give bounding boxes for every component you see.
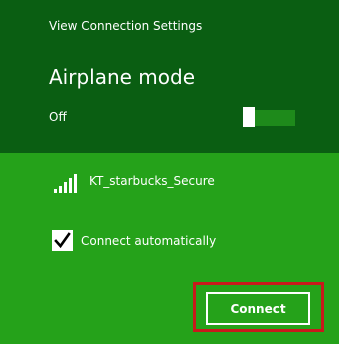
connect-automatically-label: Connect automatically — [81, 234, 217, 248]
bottom-border — [0, 344, 339, 349]
toggle-thumb[interactable] — [243, 107, 255, 127]
airplane-mode-title: Airplane mode — [49, 65, 196, 89]
wifi-signal-icon — [54, 174, 77, 193]
airplane-mode-panel: View Connection Settings Airplane mode O… — [0, 0, 339, 153]
network-item[interactable]: KT_starbucks_Secure — [49, 167, 299, 197]
connect-button[interactable]: Connect — [206, 292, 310, 325]
airplane-mode-state-label: Off — [49, 110, 67, 124]
connect-automatically-option[interactable]: Connect automatically — [52, 230, 272, 254]
view-connection-settings-link[interactable]: View Connection Settings — [49, 19, 202, 33]
airplane-mode-toggle[interactable] — [243, 107, 295, 127]
network-name: KT_starbucks_Secure — [89, 174, 215, 188]
connect-automatically-checkbox[interactable] — [52, 230, 73, 251]
checkmark-icon — [54, 232, 71, 249]
